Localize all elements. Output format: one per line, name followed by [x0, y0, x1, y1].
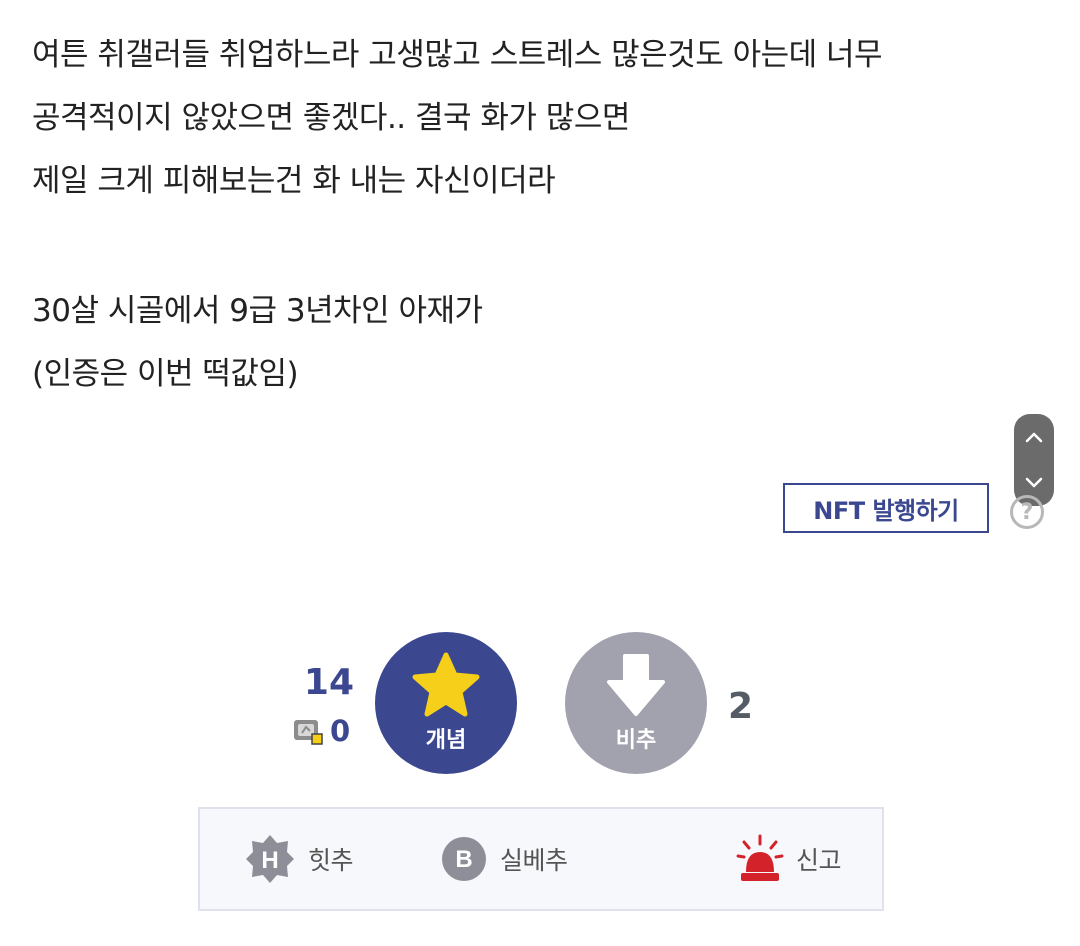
- downvote-button[interactable]: 비추: [565, 632, 707, 774]
- downvote-count: 2: [728, 686, 754, 727]
- report-button[interactable]: 신고: [736, 809, 842, 909]
- fix-vote-row: 0: [292, 714, 350, 748]
- post-line: 여튼 취갤러들 취업하느라 고생많고 스트레스 많은것도 아는데 너무: [32, 37, 883, 73]
- fix-vote-count: 0: [330, 714, 351, 748]
- best-recommend-label: 실베추: [500, 846, 568, 875]
- post-page: 여튼 취갤러들 취업하느라 고생많고 스트레스 많은것도 아는데 너무 공격적이…: [0, 0, 1080, 946]
- question-circle-icon[interactable]: ?: [1010, 495, 1044, 529]
- hit-recommend-label: 힛추: [308, 846, 354, 875]
- post-line: (인증은 이번 떡값임): [32, 356, 299, 392]
- nft-issue-button[interactable]: NFT 발행하기: [783, 483, 989, 533]
- star-icon: [412, 652, 480, 717]
- svg-text:H: H: [261, 847, 278, 874]
- best-badge-icon: B: [442, 837, 486, 881]
- action-bar: H 힛추 B 실베추 신고: [198, 807, 884, 911]
- post-line: 30살 시골에서 9급 3년차인 아재가: [32, 293, 483, 329]
- chevron-down-icon: [1025, 477, 1043, 488]
- arrow-down-icon: [607, 654, 665, 716]
- post-content: 여튼 취갤러들 취업하느라 고생많고 스트레스 많은것도 아는데 너무 공격적이…: [32, 24, 1032, 406]
- post-line: 공격적이지 않았으면 좋겠다.. 결국 화가 많으면: [32, 100, 630, 136]
- svg-text:B: B: [455, 846, 472, 873]
- post-line: 제일 크게 피해보는건 화 내는 자신이더라: [32, 163, 556, 199]
- best-recommend-button[interactable]: B 실베추: [440, 809, 568, 909]
- chevron-up-icon: [1025, 432, 1043, 443]
- upvote-count: 14: [303, 662, 354, 703]
- upvote-button[interactable]: 개념: [375, 632, 517, 774]
- report-label: 신고: [796, 846, 842, 875]
- scroll-up-button[interactable]: [1014, 417, 1054, 457]
- hit-badge-icon: H: [246, 835, 294, 883]
- downvote-label: 비추: [615, 728, 657, 753]
- scroll-widget: [1014, 414, 1054, 506]
- post-line-blank: [32, 213, 1032, 280]
- siren-icon: [736, 834, 784, 881]
- upvote-label: 개념: [425, 728, 467, 753]
- hit-recommend-button[interactable]: H 힛추: [244, 809, 354, 909]
- fix-badge-icon: [294, 720, 323, 745]
